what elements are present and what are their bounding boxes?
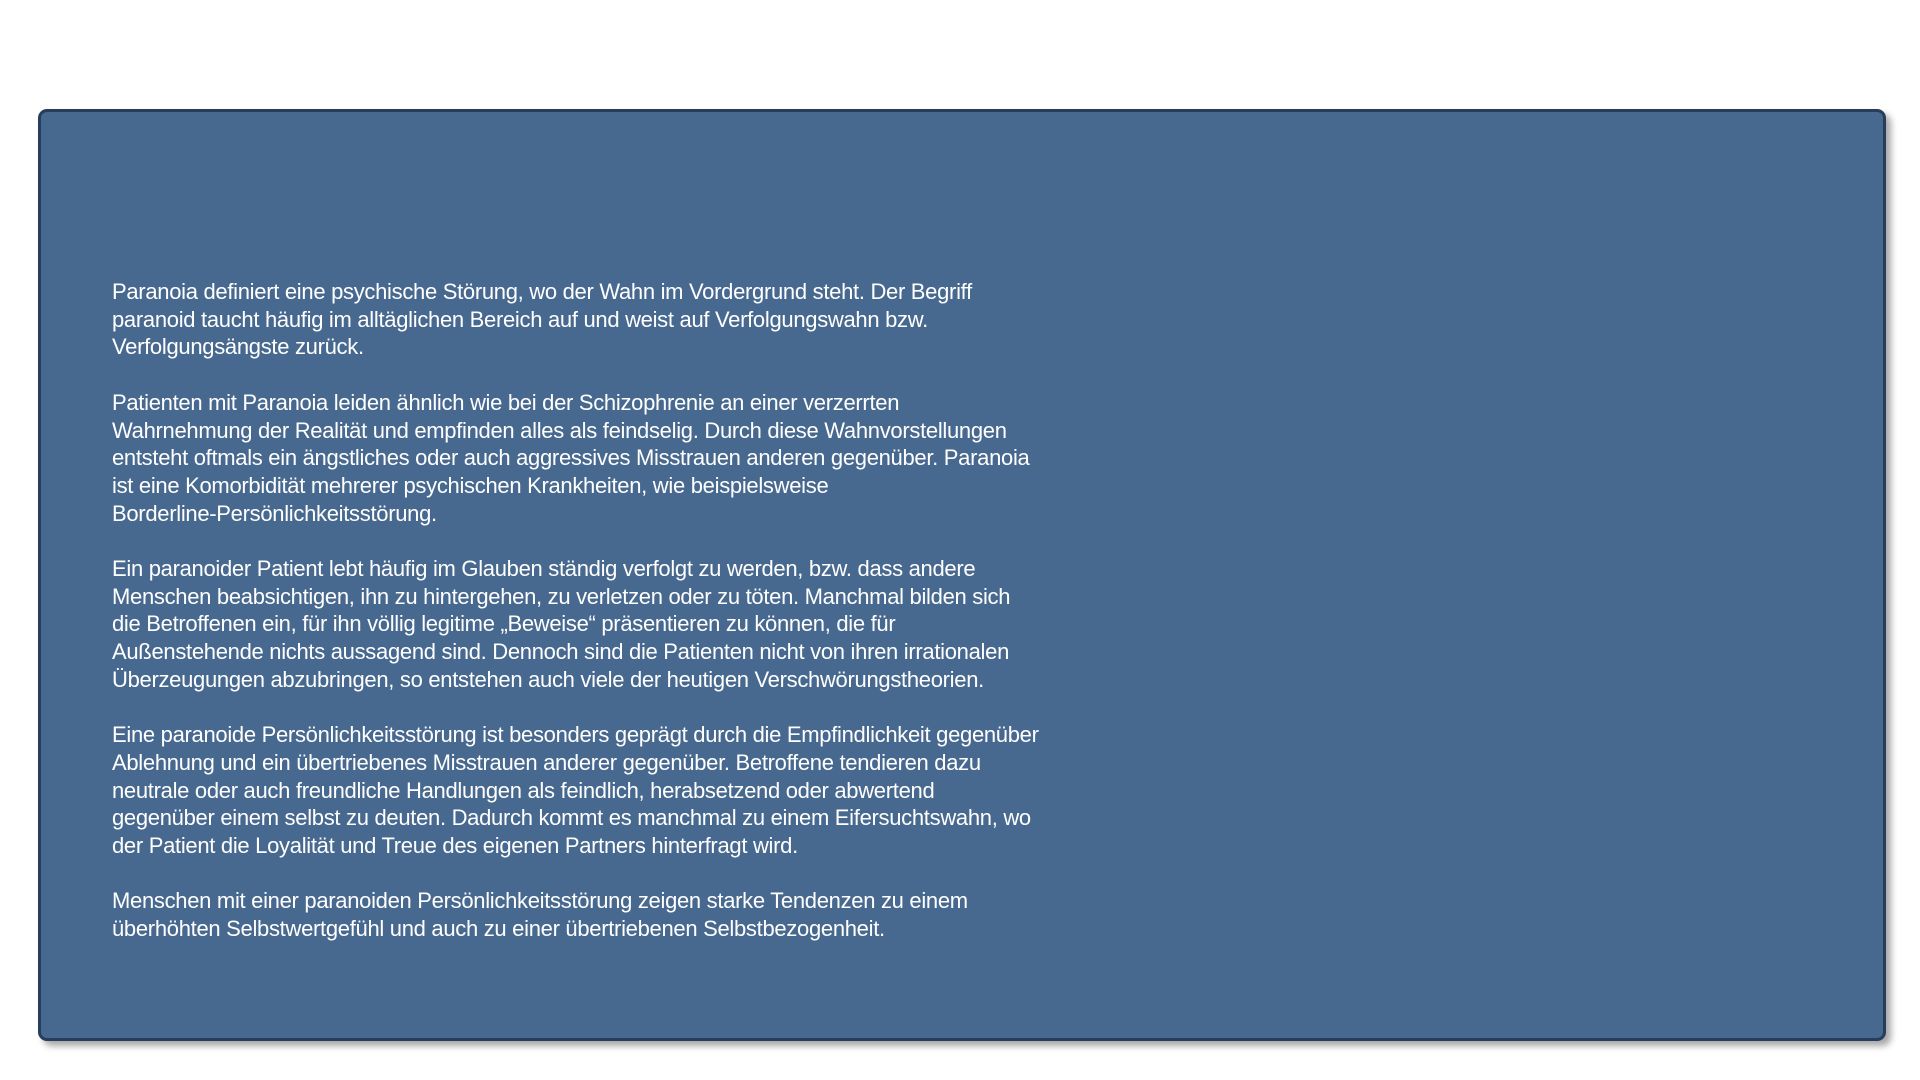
paragraph-self-esteem: Menschen mit einer paranoiden Persönlich… (112, 888, 968, 942)
text-body: Paranoia definiert eine psychische Störu… (112, 278, 1172, 943)
paragraph-symptoms: Patienten mit Paranoia leiden ähnlich wi… (112, 389, 1030, 526)
paragraph-beliefs: Ein paranoider Patient lebt häufig im Gl… (112, 556, 1011, 692)
paragraph-personality-disorder: Eine paranoide Persönlichkeitsstörung is… (112, 722, 1039, 859)
content-panel: Paranoia definiert eine psychische Störu… (38, 109, 1886, 1041)
paragraph-definition: Paranoia definiert eine psychische Störu… (112, 279, 972, 360)
